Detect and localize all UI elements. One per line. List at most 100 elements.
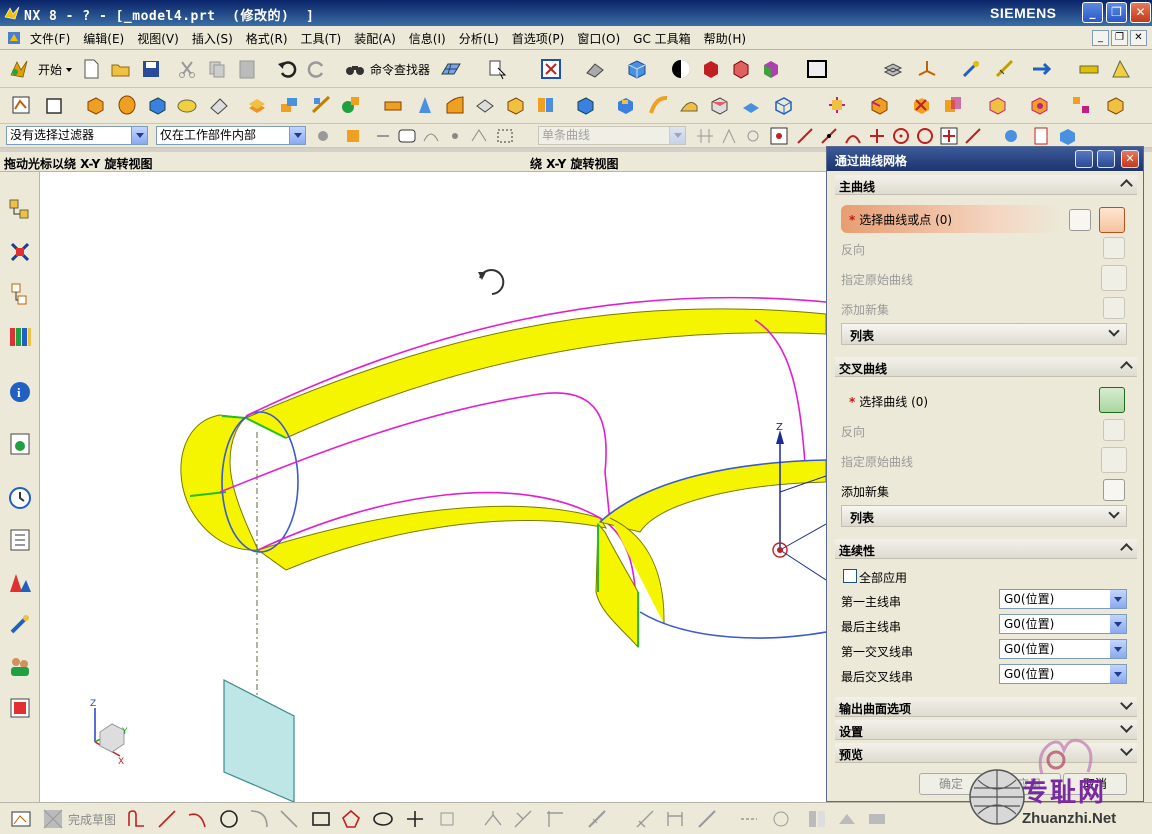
cross-curve-select-button[interactable]: [1099, 387, 1125, 413]
offset-face-icon[interactable]: [382, 94, 404, 116]
rectangle-icon[interactable]: [310, 808, 332, 830]
trim-icon[interactable]: [482, 808, 504, 830]
face-select-icon[interactable]: [396, 125, 418, 147]
through-curves-icon[interactable]: [708, 94, 730, 116]
offset-curve-icon[interactable]: [436, 808, 458, 830]
datum-plane[interactable]: [223, 679, 295, 802]
new-file-icon[interactable]: [80, 58, 102, 80]
finish-sketch-icon[interactable]: [42, 808, 64, 830]
first-cross-select[interactable]: G0(位置): [999, 639, 1127, 659]
fillet-icon[interactable]: [248, 808, 270, 830]
dialog-settings-icon[interactable]: [1097, 150, 1115, 168]
web-browser-icon[interactable]: [6, 430, 34, 458]
last-primary-select[interactable]: G0(位置): [999, 614, 1127, 634]
ruler-icon[interactable]: [1078, 58, 1100, 80]
chamfer-icon[interactable]: [474, 94, 496, 116]
info-cursor-icon[interactable]: [486, 58, 508, 80]
reset-dialog-icon[interactable]: [1075, 150, 1093, 168]
background-icon[interactable]: [806, 58, 828, 80]
point-on-face-icon[interactable]: [1000, 125, 1022, 147]
follow-fillet-icon[interactable]: [718, 125, 740, 147]
replace-face-icon[interactable]: [868, 94, 890, 116]
sketch-icon[interactable]: [10, 94, 32, 116]
start-dropdown-icon[interactable]: [66, 68, 72, 72]
unite-icon[interactable]: [278, 94, 300, 116]
assembly-navigator-icon[interactable]: [6, 196, 34, 224]
show-constraints-icon[interactable]: [696, 808, 718, 830]
existing-point-icon[interactable]: [938, 125, 960, 147]
menu-preferences[interactable]: 首选项(P): [512, 30, 565, 47]
menu-assembly[interactable]: 装配(A): [354, 30, 396, 47]
menu-insert[interactable]: 插入(S): [192, 30, 233, 47]
mirror-curve-icon[interactable]: [806, 808, 828, 830]
offset-region-icon[interactable]: [1028, 94, 1050, 116]
copy-icon[interactable]: [206, 58, 228, 80]
open-folder-icon[interactable]: [110, 58, 132, 80]
end-cap-surface[interactable]: [180, 414, 259, 551]
bounded-grid-icon[interactable]: [1030, 125, 1052, 147]
doc-minimize-button[interactable]: _: [1092, 30, 1109, 46]
rotate-view-icon[interactable]: [584, 58, 606, 80]
menu-info[interactable]: 信息(I): [409, 30, 446, 47]
rectangle-select-icon[interactable]: [494, 125, 516, 147]
paste-icon[interactable]: [236, 58, 258, 80]
minimize-button[interactable]: _: [1082, 2, 1103, 23]
dialog-title-bar[interactable]: 通过曲线网格: [827, 147, 1143, 171]
curve-select-icon[interactable]: [420, 125, 442, 147]
apply-all-checkbox[interactable]: [843, 569, 857, 583]
project-curve-icon[interactable]: [836, 808, 858, 830]
sketch-display-icon[interactable]: [866, 808, 888, 830]
command-finder-label[interactable]: 命令查找器: [370, 61, 430, 78]
dialog-close-button[interactable]: ✕: [1121, 150, 1139, 168]
copy-face-icon[interactable]: [942, 94, 964, 116]
ring-surface-top[interactable]: [598, 459, 826, 533]
revolve-icon[interactable]: [116, 94, 138, 116]
process-studio-icon[interactable]: [6, 568, 34, 596]
extrude-icon[interactable]: [84, 94, 106, 116]
move-face-icon[interactable]: [826, 94, 848, 116]
finish-sketch-label[interactable]: 完成草图: [68, 811, 116, 828]
roles-icon[interactable]: [6, 652, 34, 680]
wire-cube-icon[interactable]: [772, 94, 794, 116]
doc-restore-button[interactable]: ❐: [1111, 30, 1128, 46]
quadrant-point-icon[interactable]: [914, 125, 936, 147]
datum-plane-icon[interactable]: [44, 94, 66, 116]
mid-point-icon[interactable]: [818, 125, 840, 147]
bounded-plane-icon[interactable]: [740, 94, 762, 116]
snap-point-icon[interactable]: [768, 125, 790, 147]
cut-icon[interactable]: [176, 58, 198, 80]
first-primary-select[interactable]: G0(位置): [999, 589, 1127, 609]
graphics-window[interactable]: Z Z Y X: [40, 172, 826, 802]
drafting-icon[interactable]: [1110, 58, 1132, 80]
pattern-face-icon[interactable]: [1070, 94, 1092, 116]
arc-center-icon[interactable]: [890, 125, 912, 147]
cube-view-icon[interactable]: [1056, 125, 1078, 147]
primary-curves-header[interactable]: 主曲线: [835, 175, 1137, 195]
ring-bottom-curve[interactable]: [639, 611, 826, 639]
output-options-header[interactable]: 输出曲面选项: [835, 697, 1137, 717]
lower-surface-strip[interactable]: [256, 505, 608, 571]
rib-icon[interactable]: [614, 94, 636, 116]
manufacturing-wizard-icon[interactable]: [6, 610, 34, 638]
measure-icon[interactable]: [994, 58, 1016, 80]
cross-list-toggle[interactable]: 列表: [841, 505, 1127, 527]
face-blend-icon[interactable]: [444, 94, 466, 116]
convert-reference-icon[interactable]: [738, 808, 760, 830]
continuity-header[interactable]: 连续性: [835, 539, 1137, 559]
sketch-task-icon[interactable]: [10, 808, 32, 830]
circle-icon[interactable]: [218, 808, 240, 830]
menu-edit[interactable]: 编辑(E): [83, 30, 124, 47]
arrow-select-icon[interactable]: [372, 125, 394, 147]
redo-icon[interactable]: [306, 58, 328, 80]
intersection-point-icon[interactable]: [866, 125, 888, 147]
constraint-navigator-icon[interactable]: [6, 238, 34, 266]
curve-select-button[interactable]: [1099, 207, 1125, 233]
system-materials-icon[interactable]: [6, 526, 34, 554]
chamfer-sketch-icon[interactable]: [278, 808, 300, 830]
model-scene[interactable]: Z Z Y X: [40, 172, 826, 802]
point-on-curve-icon[interactable]: [962, 125, 984, 147]
arc-icon[interactable]: [186, 808, 208, 830]
red-box-icon[interactable]: [700, 58, 722, 80]
move-object-icon[interactable]: [1030, 58, 1052, 80]
part-navigator-icon[interactable]: [6, 280, 34, 308]
